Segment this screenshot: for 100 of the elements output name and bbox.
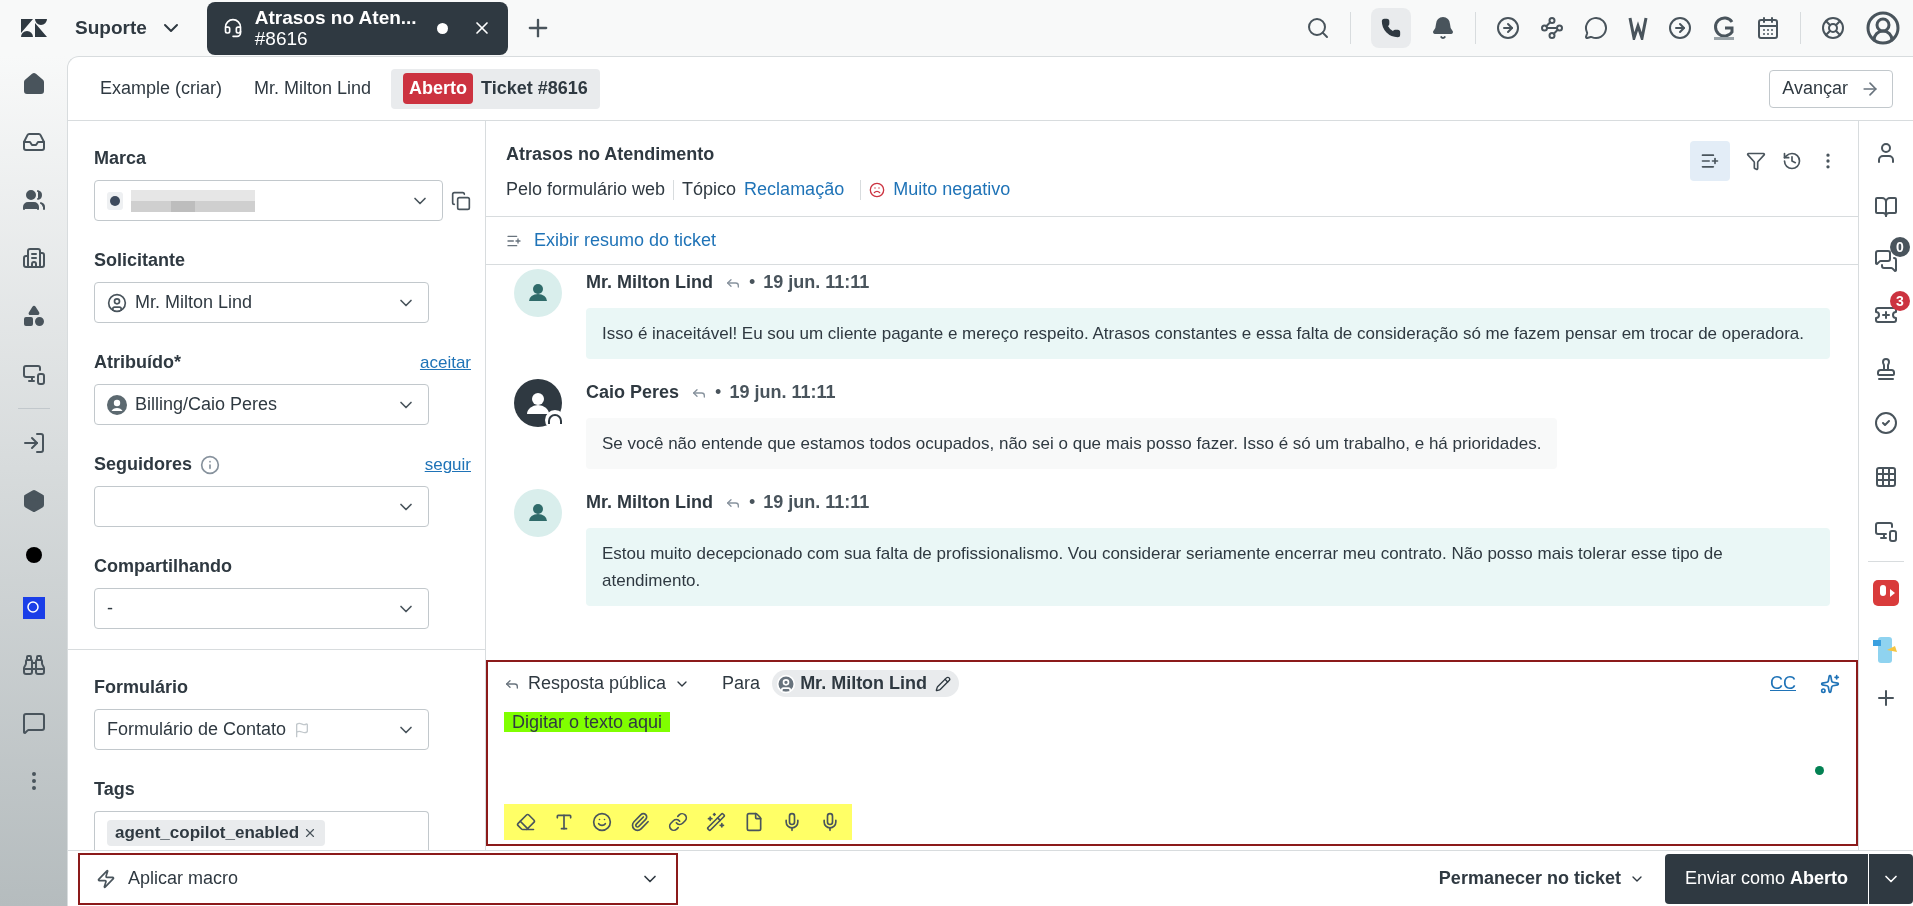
summary-link[interactable]: Exibir resumo do ticket [534,227,717,254]
stay-dropdown[interactable]: Permanecer no ticket [1438,865,1645,892]
submit-options-button[interactable] [1869,853,1913,904]
cc-link[interactable]: CC [1770,670,1796,697]
logo-icon[interactable] [20,19,47,37]
separator-dot: • [749,271,756,294]
field-label: Compartilhando [94,555,232,578]
field-label: Tags [94,778,135,801]
select-field[interactable]: - [94,588,429,629]
sentiment-link[interactable]: Muito negativo [893,176,1011,203]
stamp-icon[interactable] [1874,357,1898,381]
history-icon[interactable] [1782,151,1802,171]
ticket-tab[interactable]: Atrasos no Aten... #8616 [206,1,508,55]
phone-icon [1381,18,1401,38]
filter-icon[interactable] [1746,151,1766,171]
field-link[interactable]: seguir [424,451,471,478]
separator-dot: • [715,381,722,404]
message-author: Mr. Milton Lind [586,271,713,294]
chat-icon[interactable] [1874,249,1898,273]
box-icon[interactable] [21,489,46,513]
list-add-button[interactable] [1690,141,1730,181]
select-field[interactable] [94,486,429,527]
shapes-icon[interactable] [21,304,46,328]
phone-app-icon[interactable] [1873,636,1899,664]
reply-editor[interactable]: Resposta pública Para Mr. Milton Lind CC Digitar o texto aqui [486,660,1858,846]
zigzag-icon[interactable] [1628,16,1648,40]
select-value: Mr. Milton Lind [135,291,253,314]
message-author: Mr. Milton Lind [586,491,713,514]
devices-icon[interactable] [21,362,46,386]
field-label: Formulário [94,676,188,699]
devices-icon[interactable] [1874,519,1898,543]
microphone-icon[interactable] [820,812,840,832]
search-icon[interactable] [1306,16,1330,40]
message-input[interactable]: Digitar o texto aqui [504,712,671,732]
calendar-icon[interactable] [1756,16,1780,40]
book-icon[interactable] [1874,195,1898,219]
ticket-subtab[interactable]: Example (criar) [88,68,235,109]
recipient-chip[interactable]: Mr. Milton Lind [772,670,960,697]
microphone-app-icon[interactable] [1873,580,1899,606]
select-value: - [107,597,113,620]
tags-field[interactable]: agent_copilot_enabled [94,811,429,850]
document-icon[interactable] [744,812,764,832]
phone-button[interactable] [1371,8,1411,48]
text-format-icon[interactable] [554,812,574,832]
macro-dropdown[interactable]: Aplicar macro [78,852,678,905]
message-bubble: Isso é inaceitável! Eu sou um cliente pagante e mereço respeito. Atrasos constantes e essa falta de consideração só me fazem pensar em trocar de operadora. [586,308,1830,359]
building-icon[interactable] [21,246,46,270]
pencil-icon [935,675,952,692]
separator-dot: • [749,491,756,514]
inbox-icon[interactable] [21,130,46,154]
check-circle-icon[interactable] [1874,411,1898,435]
users-icon[interactable] [21,188,46,212]
arrow-circle-icon[interactable] [1496,16,1520,40]
select-field[interactable]: Billing/Caio Peres [94,384,429,425]
ticket-subtab[interactable]: Aberto Ticket #8616 [391,68,600,109]
headset-icon [222,18,243,38]
copy-icon[interactable] [451,190,471,211]
next-button[interactable]: Avançar [1769,69,1893,108]
chat-icon[interactable] [21,711,46,735]
field-label: Solicitante [94,249,186,272]
lifebuoy-icon[interactable] [1821,16,1845,40]
ticket-subtab[interactable]: Mr. Milton Lind [242,68,384,109]
brand-logo-icon [107,191,123,210]
home-icon[interactable] [21,72,46,96]
arrow-circle-icon[interactable] [1668,16,1692,40]
user-avatar-icon [776,673,797,694]
topic-link[interactable]: Reclamação [744,176,845,203]
lightning-icon [96,868,116,889]
sign-in-icon[interactable] [21,431,46,455]
attachment-icon[interactable] [630,812,650,832]
app-icon[interactable] [22,597,45,619]
submit-button[interactable]: Enviar como Aberto [1664,853,1868,904]
ticket-title: Atrasos no Atendimento [506,143,716,166]
list-add-icon [1700,151,1720,171]
arc-icon[interactable] [1712,16,1736,40]
chat-bubble-icon[interactable] [1584,16,1608,40]
workspace-dropdown[interactable]: Suporte [67,13,191,43]
emoji-icon[interactable] [592,812,612,832]
dots-pattern-icon[interactable] [1540,16,1564,40]
sad-face-icon [869,181,886,198]
select-value: Billing/Caio Peres [135,393,278,416]
count-badge: 0 [1890,237,1910,257]
select-field[interactable]: Mr. Milton Lind [94,282,429,323]
microphone-icon[interactable] [782,812,802,832]
message-time: 19 jun. 11:11 [763,271,870,294]
select-field[interactable]: Formulário de Contato [94,709,429,750]
message-author: Caio Peres [586,381,680,404]
message-time: 19 jun. 11:11 [763,491,870,514]
sparkle-icon[interactable] [1820,673,1840,694]
bell-icon[interactable] [1431,16,1455,40]
reply-type-dropdown[interactable]: Resposta pública [504,670,691,697]
binoculars-icon[interactable] [21,653,46,677]
grid-icon[interactable] [1874,465,1898,489]
link-icon[interactable] [668,812,688,832]
user-avatar-icon[interactable] [1865,10,1901,46]
field-link[interactable]: aceitar [419,349,471,376]
eraser-icon[interactable] [516,812,536,832]
magic-wand-icon[interactable] [706,812,726,832]
tab-number: #8616 [254,28,309,49]
tag-chip[interactable]: agent_copilot_enabled [107,820,326,846]
